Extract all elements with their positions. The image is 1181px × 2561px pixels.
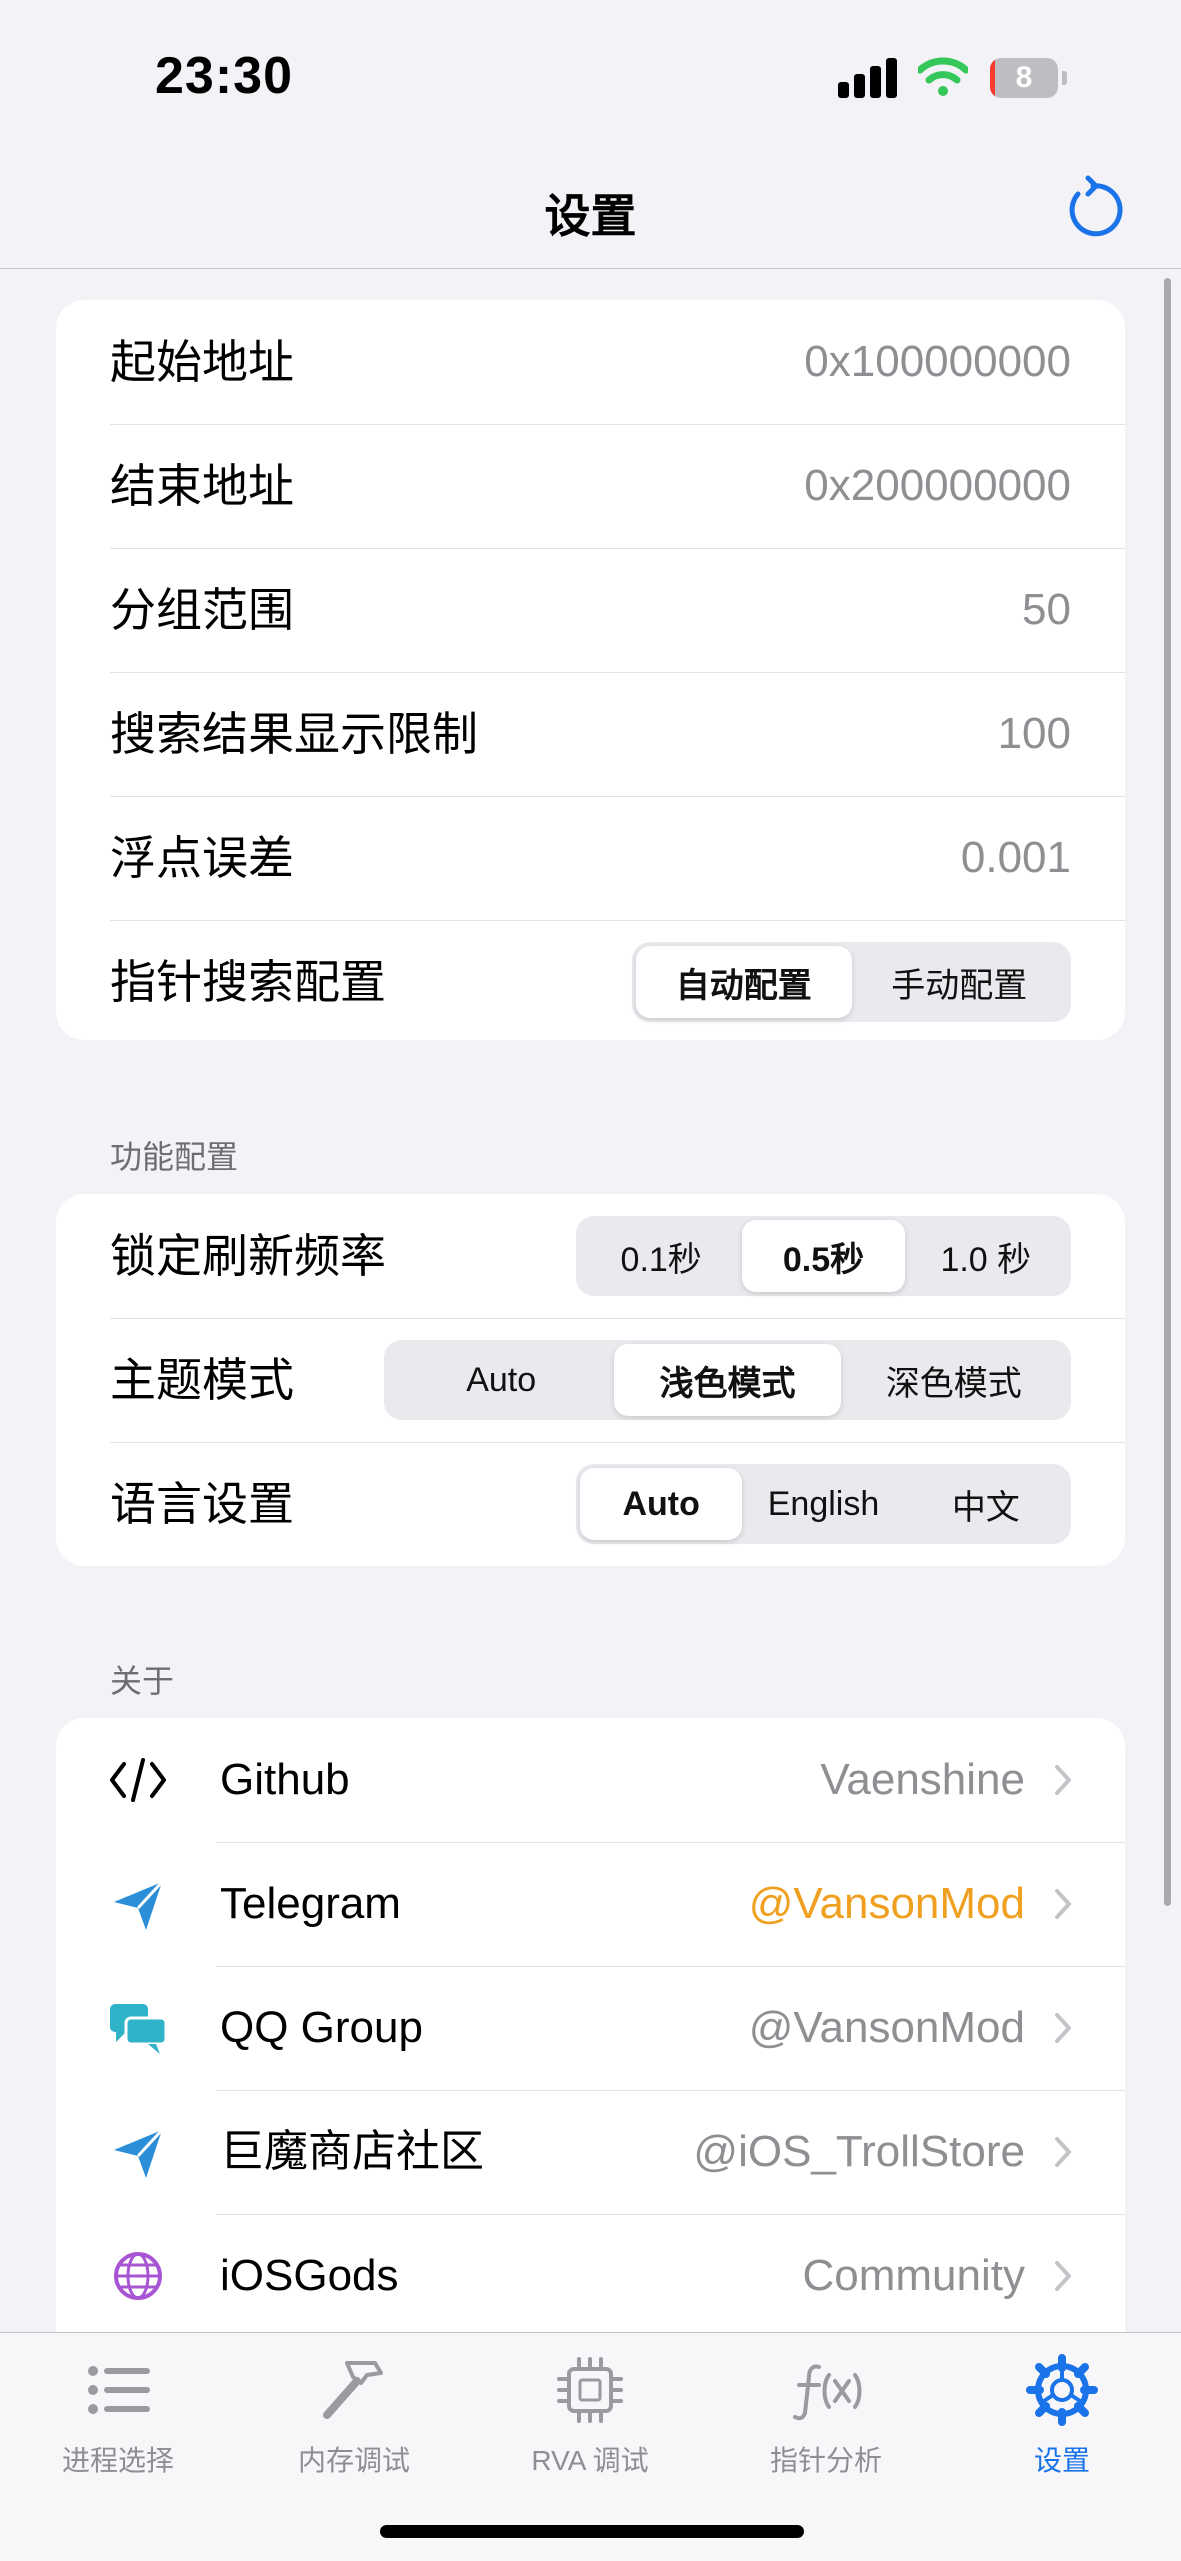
- link-value: Community: [802, 2251, 1026, 2300]
- setting-label: 结束地址: [110, 460, 294, 512]
- setting-label: 搜索结果显示限制: [110, 708, 478, 760]
- chevron-right-icon: [1055, 2013, 1071, 2043]
- setting-value[interactable]: 0x200000000: [804, 424, 1071, 548]
- segment-dark-mode[interactable]: 深色模式: [841, 1344, 1067, 1416]
- setting-value[interactable]: 0x100000000: [804, 300, 1071, 424]
- setting-start-address[interactable]: 起始地址 0x100000000: [56, 300, 1125, 424]
- cpu-icon: [557, 2357, 623, 2423]
- tab-rva-debug[interactable]: RVA 调试: [472, 2353, 708, 2493]
- chevron-right-icon: [1055, 2261, 1071, 2291]
- settings-card: 起始地址 0x100000000 结束地址 0x200000000 分组范围 5…: [56, 300, 1125, 1040]
- setting-label: 锁定刷新频率: [110, 1230, 386, 1282]
- link-iosgods[interactable]: iOSGods Community: [56, 2214, 1125, 2338]
- wifi-icon: [918, 57, 968, 96]
- globe-icon: [114, 2252, 162, 2300]
- tab-pointer-analysis[interactable]: 指针分析: [708, 2353, 944, 2493]
- segment-0-1s[interactable]: 0.1秒: [580, 1220, 742, 1292]
- segment-auto-config[interactable]: 自动配置: [636, 946, 852, 1018]
- segment-auto[interactable]: Auto: [388, 1344, 614, 1416]
- setting-float-tolerance[interactable]: 浮点误差 0.001: [56, 796, 1125, 920]
- refresh-rate-segmented-control[interactable]: 0.1秒 0.5秒 1.0 秒: [576, 1216, 1071, 1296]
- setting-pointer-config: 指针搜索配置 自动配置 手动配置: [56, 920, 1125, 1040]
- about-card: Github Vaenshine Telegram @VansonMod QQ …: [56, 1718, 1125, 2378]
- link-label: 巨魔商店社区: [220, 2127, 484, 2176]
- scroll-indicator[interactable]: [1164, 278, 1171, 1906]
- setting-end-address[interactable]: 结束地址 0x200000000: [56, 424, 1125, 548]
- link-value: @iOS_TrollStore: [693, 2127, 1025, 2176]
- tab-memory-debug[interactable]: 内存调试: [236, 2353, 472, 2493]
- section-header-features: 功能配置: [110, 1139, 239, 1175]
- link-value: @VansonMod: [748, 1879, 1025, 1928]
- setting-label: 语言设置: [110, 1478, 294, 1530]
- setting-theme-mode: 主题模式 Auto 浅色模式 深色模式: [56, 1318, 1125, 1442]
- home-indicator[interactable]: [380, 2525, 804, 2538]
- tab-bar: 进程选择 内存调试 RVA 调试 指针分析 设置: [0, 2332, 1181, 2561]
- link-trollstore-community[interactable]: 巨魔商店社区 @iOS_TrollStore: [56, 2090, 1125, 2214]
- chevron-right-icon: [1055, 1889, 1071, 1919]
- tab-label: 设置: [1033, 2445, 1090, 2476]
- link-telegram[interactable]: Telegram @VansonMod: [56, 1842, 1125, 1966]
- setting-label: 分组范围: [110, 584, 294, 636]
- link-value: @VansonMod: [748, 2003, 1025, 2052]
- setting-label: 起始地址: [110, 336, 294, 388]
- setting-value[interactable]: 0.001: [961, 796, 1071, 920]
- chat-bubbles-icon: [110, 2004, 168, 2054]
- link-label: QQ Group: [220, 2003, 423, 2052]
- link-label: Telegram: [220, 1879, 401, 1928]
- gear-icon: [1026, 2354, 1098, 2426]
- tab-process-select[interactable]: 进程选择: [0, 2353, 236, 2493]
- status-bar: 23:30 8: [0, 0, 1181, 160]
- link-value: Vaenshine: [820, 1755, 1025, 1804]
- segment-manual-config[interactable]: 手动配置: [852, 946, 1068, 1018]
- function-icon: [793, 2364, 862, 2421]
- setting-value[interactable]: 100: [998, 672, 1071, 796]
- setting-refresh-rate: 锁定刷新频率 0.1秒 0.5秒 1.0 秒: [56, 1194, 1125, 1318]
- segment-auto[interactable]: Auto: [580, 1468, 743, 1540]
- setting-group-range[interactable]: 分组范围 50: [56, 548, 1125, 672]
- link-qq-group[interactable]: QQ Group @VansonMod: [56, 1966, 1125, 2090]
- list-icon: [88, 2366, 150, 2414]
- features-card: 锁定刷新频率 0.1秒 0.5秒 1.0 秒 主题模式 Auto 浅色模式 深色…: [56, 1194, 1125, 1566]
- tab-label: RVA 调试: [531, 2445, 649, 2476]
- pointer-config-segmented-control[interactable]: 自动配置 手动配置: [632, 942, 1071, 1022]
- segment-0-5s[interactable]: 0.5秒: [742, 1220, 905, 1292]
- tab-label: 指针分析: [769, 2445, 882, 2476]
- language-segmented-control[interactable]: Auto English 中文: [576, 1464, 1071, 1544]
- setting-value[interactable]: 50: [1022, 548, 1071, 672]
- setting-label: 主题模式: [110, 1354, 294, 1406]
- paper-plane-icon: [114, 1880, 164, 1930]
- tab-label: 进程选择: [61, 2445, 174, 2476]
- setting-result-limit[interactable]: 搜索结果显示限制 100: [56, 672, 1125, 796]
- setting-label: 浮点误差: [110, 832, 294, 884]
- paper-plane-icon: [114, 2128, 164, 2178]
- tab-settings[interactable]: 设置: [944, 2353, 1180, 2493]
- setting-label: 指针搜索配置: [110, 956, 386, 1008]
- reset-icon[interactable]: [1058, 174, 1128, 244]
- cellular-signal-icon: [838, 58, 900, 98]
- setting-language: 语言设置 Auto English 中文: [56, 1442, 1125, 1566]
- segment-english[interactable]: English: [742, 1468, 904, 1540]
- tab-label: 内存调试: [297, 2445, 410, 2476]
- segment-light-mode[interactable]: 浅色模式: [614, 1344, 841, 1416]
- link-label: iOSGods: [220, 2251, 399, 2300]
- theme-segmented-control[interactable]: Auto 浅色模式 深色模式: [384, 1340, 1071, 1420]
- battery-level: 8: [1015, 61, 1033, 94]
- navigation-bar: 设置: [0, 160, 1181, 269]
- page-title: 设置: [544, 190, 637, 242]
- section-header-about: 关于: [110, 1663, 175, 1699]
- segment-1-0s[interactable]: 1.0 秒: [905, 1220, 1067, 1292]
- code-icon: [110, 1758, 166, 1802]
- hammer-icon: [323, 2361, 383, 2419]
- link-label: Github: [220, 1755, 350, 1804]
- link-github[interactable]: Github Vaenshine: [56, 1718, 1125, 1842]
- battery-icon: 8: [990, 58, 1070, 98]
- chevron-right-icon: [1055, 2137, 1071, 2167]
- chevron-right-icon: [1055, 1765, 1071, 1795]
- segment-chinese[interactable]: 中文: [905, 1468, 1067, 1540]
- status-time: 23:30: [155, 47, 293, 105]
